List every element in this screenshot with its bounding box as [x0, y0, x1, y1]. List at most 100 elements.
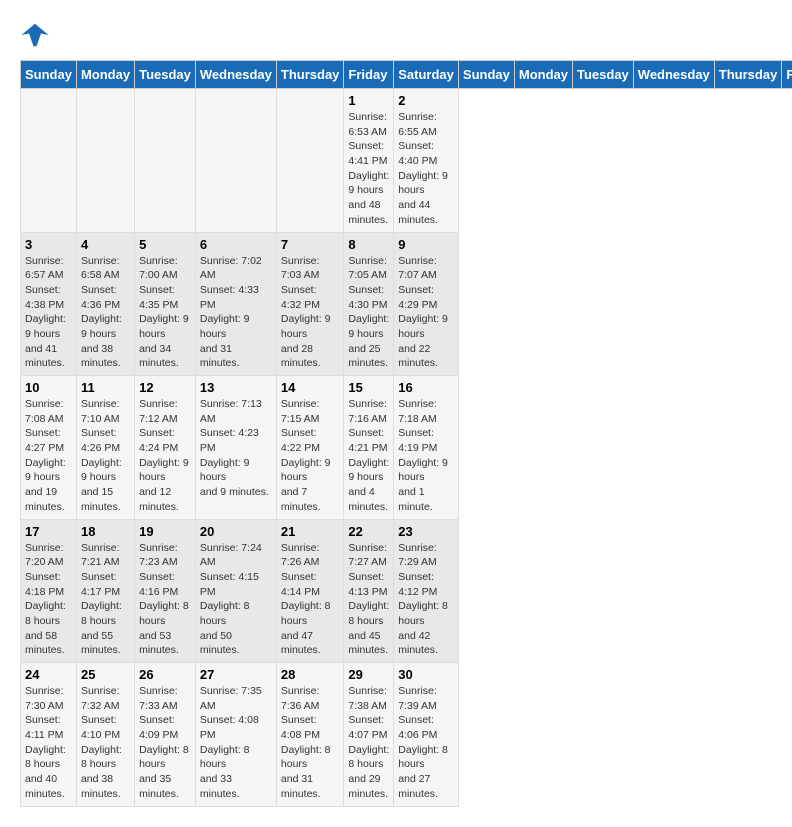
day-info: Sunrise: 7:20 AM Sunset: 4:18 PM Dayligh… — [25, 541, 72, 659]
calendar-cell: 16 Sunrise: 7:18 AM Sunset: 4:19 PM Dayli… — [394, 376, 459, 520]
calendar-cell: 3Sunrise: 6:57 AM Sunset: 4:38 PM Daylig… — [21, 232, 77, 376]
calendar-cell — [21, 89, 77, 233]
calendar-cell: 13Sunrise: 7:13 AM Sunset: 4:23 PM Dayli… — [195, 376, 276, 520]
calendar-week-row: 24 Sunrise: 7:30 AM Sunset: 4:11 PM Dayli… — [21, 663, 792, 807]
day-number: 29 — [348, 667, 389, 682]
day-info: Sunrise: 7:21 AM Sunset: 4:17 PM Dayligh… — [81, 541, 130, 659]
weekday-header-sunday: Sunday — [21, 61, 77, 89]
day-number: 2 — [398, 93, 454, 108]
day-info: Sunrise: 7:29 AM Sunset: 4:12 PM Dayligh… — [398, 541, 454, 659]
day-info: Sunrise: 7:12 AM Sunset: 4:24 PM Dayligh… — [139, 397, 191, 515]
calendar-table: SundayMondayTuesdayWednesdayThursdayFrid… — [20, 60, 792, 807]
calendar-cell: 14Sunrise: 7:15 AM Sunset: 4:22 PM Dayli… — [276, 376, 344, 520]
day-number: 26 — [139, 667, 191, 682]
calendar-cell: 7 Sunrise: 7:03 AM Sunset: 4:32 PM Daylig… — [276, 232, 344, 376]
calendar-cell: 8Sunrise: 7:05 AM Sunset: 4:30 PM Daylig… — [344, 232, 394, 376]
calendar-cell: 10 Sunrise: 7:08 AM Sunset: 4:27 PM Dayli… — [21, 376, 77, 520]
day-info: Sunrise: 7:30 AM Sunset: 4:11 PM Dayligh… — [25, 684, 72, 802]
logo — [20, 20, 56, 50]
calendar-cell: 22 Sunrise: 7:27 AM Sunset: 4:13 PM Dayli… — [344, 519, 394, 663]
day-info: Sunrise: 7:39 AM Sunset: 4:06 PM Dayligh… — [398, 684, 454, 802]
day-info: Sunrise: 7:05 AM Sunset: 4:30 PM Dayligh… — [348, 254, 389, 372]
calendar-cell — [135, 89, 196, 233]
calendar-cell: 18 Sunrise: 7:21 AM Sunset: 4:17 PM Dayli… — [76, 519, 134, 663]
calendar-cell: 28Sunrise: 7:36 AM Sunset: 4:08 PM Dayli… — [276, 663, 344, 807]
calendar-cell: 19 Sunrise: 7:23 AM Sunset: 4:16 PM Dayli… — [135, 519, 196, 663]
calendar-header-row: SundayMondayTuesdayWednesdayThursdayFrid… — [21, 61, 792, 89]
weekday-header-wednesday: Wednesday — [195, 61, 276, 89]
day-info: Sunrise: 7:02 AM Sunset: 4:33 PM Dayligh… — [200, 254, 272, 372]
calendar-week-row: 3Sunrise: 6:57 AM Sunset: 4:38 PM Daylig… — [21, 232, 792, 376]
day-info: Sunrise: 7:27 AM Sunset: 4:13 PM Dayligh… — [348, 541, 389, 659]
weekday-header-friday: Friday — [344, 61, 394, 89]
day-info: Sunrise: 7:36 AM Sunset: 4:08 PM Dayligh… — [281, 684, 340, 802]
day-info: Sunrise: 6:58 AM Sunset: 4:36 PM Dayligh… — [81, 254, 130, 372]
calendar-cell — [76, 89, 134, 233]
day-number: 30 — [398, 667, 454, 682]
weekday-header-thursday: Thursday — [276, 61, 344, 89]
day-number: 22 — [348, 524, 389, 539]
day-number: 18 — [81, 524, 130, 539]
calendar-cell — [276, 89, 344, 233]
day-info: Sunrise: 7:38 AM Sunset: 4:07 PM Dayligh… — [348, 684, 389, 802]
day-info: Sunrise: 7:03 AM Sunset: 4:32 PM Dayligh… — [281, 254, 340, 372]
calendar-cell: 4 Sunrise: 6:58 AM Sunset: 4:36 PM Daylig… — [76, 232, 134, 376]
weekday-header: Wednesday — [633, 61, 714, 89]
calendar-cell: 21 Sunrise: 7:26 AM Sunset: 4:14 PM Dayli… — [276, 519, 344, 663]
day-number: 11 — [81, 380, 130, 395]
weekday-header: Tuesday — [573, 61, 634, 89]
day-number: 15 — [348, 380, 389, 395]
calendar-cell: 17 Sunrise: 7:20 AM Sunset: 4:18 PM Dayli… — [21, 519, 77, 663]
weekday-header: Monday — [514, 61, 572, 89]
day-number: 1 — [348, 93, 389, 108]
weekday-header: Friday — [782, 61, 792, 89]
page-header — [20, 20, 772, 50]
day-number: 7 — [281, 237, 340, 252]
calendar-week-row: 17 Sunrise: 7:20 AM Sunset: 4:18 PM Dayli… — [21, 519, 792, 663]
calendar-cell: 25Sunrise: 7:32 AM Sunset: 4:10 PM Dayli… — [76, 663, 134, 807]
calendar-cell: 27 Sunrise: 7:35 AM Sunset: 4:08 PM Dayli… — [195, 663, 276, 807]
day-info: Sunrise: 7:32 AM Sunset: 4:10 PM Dayligh… — [81, 684, 130, 802]
day-info: Sunrise: 7:23 AM Sunset: 4:16 PM Dayligh… — [139, 541, 191, 659]
weekday-header: Sunday — [458, 61, 514, 89]
day-info: Sunrise: 7:18 AM Sunset: 4:19 PM Dayligh… — [398, 397, 454, 515]
calendar-cell: 1Sunrise: 6:53 AM Sunset: 4:41 PM Daylig… — [344, 89, 394, 233]
day-info: Sunrise: 6:55 AM Sunset: 4:40 PM Dayligh… — [398, 110, 454, 228]
day-number: 17 — [25, 524, 72, 539]
day-number: 23 — [398, 524, 454, 539]
calendar-cell: 9Sunrise: 7:07 AM Sunset: 4:29 PM Daylig… — [394, 232, 459, 376]
calendar-cell: 29 Sunrise: 7:38 AM Sunset: 4:07 PM Dayli… — [344, 663, 394, 807]
day-info: Sunrise: 7:33 AM Sunset: 4:09 PM Dayligh… — [139, 684, 191, 802]
calendar-cell: 24 Sunrise: 7:30 AM Sunset: 4:11 PM Dayli… — [21, 663, 77, 807]
calendar-cell: 6Sunrise: 7:02 AM Sunset: 4:33 PM Daylig… — [195, 232, 276, 376]
weekday-header: Thursday — [714, 61, 782, 89]
calendar-cell: 23 Sunrise: 7:29 AM Sunset: 4:12 PM Dayli… — [394, 519, 459, 663]
calendar-cell: 2 Sunrise: 6:55 AM Sunset: 4:40 PM Daylig… — [394, 89, 459, 233]
day-number: 19 — [139, 524, 191, 539]
day-number: 20 — [200, 524, 272, 539]
calendar-cell — [195, 89, 276, 233]
calendar-week-row: 10 Sunrise: 7:08 AM Sunset: 4:27 PM Dayli… — [21, 376, 792, 520]
day-info: Sunrise: 7:13 AM Sunset: 4:23 PM Dayligh… — [200, 397, 272, 500]
day-info: Sunrise: 7:35 AM Sunset: 4:08 PM Dayligh… — [200, 684, 272, 802]
day-number: 5 — [139, 237, 191, 252]
day-number: 12 — [139, 380, 191, 395]
day-number: 24 — [25, 667, 72, 682]
weekday-header-tuesday: Tuesday — [135, 61, 196, 89]
day-number: 10 — [25, 380, 72, 395]
day-info: Sunrise: 6:57 AM Sunset: 4:38 PM Dayligh… — [25, 254, 72, 372]
day-info: Sunrise: 7:15 AM Sunset: 4:22 PM Dayligh… — [281, 397, 340, 515]
calendar-cell: 12 Sunrise: 7:12 AM Sunset: 4:24 PM Dayli… — [135, 376, 196, 520]
logo-icon — [20, 20, 50, 50]
weekday-header-saturday: Saturday — [394, 61, 459, 89]
day-number: 21 — [281, 524, 340, 539]
day-number: 16 — [398, 380, 454, 395]
day-info: Sunrise: 7:08 AM Sunset: 4:27 PM Dayligh… — [25, 397, 72, 515]
day-info: Sunrise: 7:26 AM Sunset: 4:14 PM Dayligh… — [281, 541, 340, 659]
day-info: Sunrise: 7:07 AM Sunset: 4:29 PM Dayligh… — [398, 254, 454, 372]
day-number: 27 — [200, 667, 272, 682]
calendar-cell: 5Sunrise: 7:00 AM Sunset: 4:35 PM Daylig… — [135, 232, 196, 376]
day-info: Sunrise: 7:24 AM Sunset: 4:15 PM Dayligh… — [200, 541, 272, 659]
day-number: 4 — [81, 237, 130, 252]
calendar-cell: 26 Sunrise: 7:33 AM Sunset: 4:09 PM Dayli… — [135, 663, 196, 807]
